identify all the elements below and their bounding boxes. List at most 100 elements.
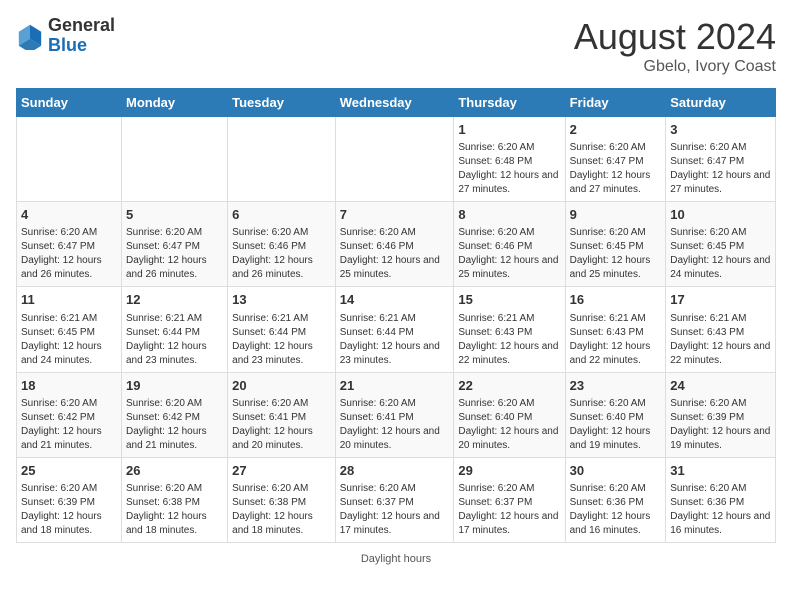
day-info: Sunrise: 6:21 AM Sunset: 6:43 PM Dayligh… xyxy=(458,312,560,368)
header-day: Tuesday xyxy=(228,89,336,117)
calendar-cell: 2 Sunrise: 6:20 AM Sunset: 6:47 PM Daylig… xyxy=(565,117,666,202)
calendar-cell: 1 Sunrise: 6:20 AM Sunset: 6:48 PM Daylig… xyxy=(454,117,565,202)
day-info: Sunrise: 6:21 AM Sunset: 6:45 PM Dayligh… xyxy=(21,312,117,368)
day-number: 20 xyxy=(232,377,331,395)
day-number: 27 xyxy=(232,462,331,480)
calendar-cell: 24 Sunrise: 6:20 AM Sunset: 6:39 PM Dayli… xyxy=(666,372,776,457)
day-number: 19 xyxy=(126,377,223,395)
title-block: August 2024 Gbelo, Ivory Coast xyxy=(574,16,776,76)
day-number: 23 xyxy=(570,377,662,395)
day-number: 22 xyxy=(458,377,560,395)
day-number: 30 xyxy=(570,462,662,480)
calendar-cell: 13Sunrise: 6:21 AM Sunset: 6:44 PM Dayli… xyxy=(228,287,336,372)
day-number: 1 xyxy=(458,121,560,139)
day-info: Sunrise: 6:20 AM Sunset: 6:47 PM Dayligh… xyxy=(670,141,771,197)
day-info: Sunrise: 6:20 AM Sunset: 6:42 PM Dayligh… xyxy=(21,397,117,453)
day-info: Sunrise: 6:20 AM Sunset: 6:38 PM Dayligh… xyxy=(126,482,223,538)
day-number: 10 xyxy=(670,206,771,224)
header-day: Wednesday xyxy=(335,89,454,117)
calendar-week: 1 Sunrise: 6:20 AM Sunset: 6:48 PM Daylig… xyxy=(17,117,776,202)
day-number: 12 xyxy=(126,291,223,309)
calendar-cell: 6 Sunrise: 6:20 AM Sunset: 6:46 PM Daylig… xyxy=(228,202,336,287)
day-number: 31 xyxy=(670,462,771,480)
day-info: Sunrise: 6:21 AM Sunset: 6:44 PM Dayligh… xyxy=(126,312,223,368)
day-info: Sunrise: 6:20 AM Sunset: 6:46 PM Dayligh… xyxy=(458,226,560,282)
calendar-cell: 30 Sunrise: 6:20 AM Sunset: 6:36 PM Dayli… xyxy=(565,457,666,542)
logo-blue: Blue xyxy=(48,35,87,55)
day-info: Sunrise: 6:20 AM Sunset: 6:40 PM Dayligh… xyxy=(570,397,662,453)
calendar-week: 25Sunrise: 6:20 AM Sunset: 6:39 PM Dayli… xyxy=(17,457,776,542)
day-number: 2 xyxy=(570,121,662,139)
day-info: Sunrise: 6:20 AM Sunset: 6:37 PM Dayligh… xyxy=(458,482,560,538)
day-number: 4 xyxy=(21,206,117,224)
day-number: 25 xyxy=(21,462,117,480)
day-number: 26 xyxy=(126,462,223,480)
subtitle: Gbelo, Ivory Coast xyxy=(574,58,776,76)
header-day: Saturday xyxy=(666,89,776,117)
day-info: Sunrise: 6:20 AM Sunset: 6:42 PM Dayligh… xyxy=(126,397,223,453)
calendar-header: SundayMondayTuesdayWednesdayThursdayFrid… xyxy=(17,89,776,117)
day-info: Sunrise: 6:20 AM Sunset: 6:40 PM Dayligh… xyxy=(458,397,560,453)
day-info: Sunrise: 6:20 AM Sunset: 6:36 PM Dayligh… xyxy=(570,482,662,538)
day-number: 11 xyxy=(21,291,117,309)
calendar-cell: 20 Sunrise: 6:20 AM Sunset: 6:41 PM Dayli… xyxy=(228,372,336,457)
footer: Daylight hours xyxy=(16,553,776,565)
day-number: 24 xyxy=(670,377,771,395)
day-number: 3 xyxy=(670,121,771,139)
calendar-cell xyxy=(228,117,336,202)
calendar-cell: 17 Sunrise: 6:21 AM Sunset: 6:43 PM Dayli… xyxy=(666,287,776,372)
day-info: Sunrise: 6:21 AM Sunset: 6:44 PM Dayligh… xyxy=(340,312,450,368)
calendar-cell: 9 Sunrise: 6:20 AM Sunset: 6:45 PM Daylig… xyxy=(565,202,666,287)
day-info: Sunrise: 6:20 AM Sunset: 6:37 PM Dayligh… xyxy=(340,482,450,538)
logo: General Blue xyxy=(16,16,115,56)
calendar-week: 11 Sunrise: 6:21 AM Sunset: 6:45 PM Dayli… xyxy=(17,287,776,372)
calendar-cell: 12 Sunrise: 6:21 AM Sunset: 6:44 PM Dayli… xyxy=(121,287,227,372)
calendar-cell: 15 Sunrise: 6:21 AM Sunset: 6:43 PM Dayli… xyxy=(454,287,565,372)
day-number: 28 xyxy=(340,462,450,480)
day-info: Sunrise: 6:20 AM Sunset: 6:47 PM Dayligh… xyxy=(21,226,117,282)
day-number: 16 xyxy=(570,291,662,309)
day-info: Sunrise: 6:20 AM Sunset: 6:47 PM Dayligh… xyxy=(570,141,662,197)
calendar-cell: 5Sunrise: 6:20 AM Sunset: 6:47 PM Daylig… xyxy=(121,202,227,287)
day-info: Sunrise: 6:21 AM Sunset: 6:44 PM Dayligh… xyxy=(232,312,331,368)
calendar-cell: 23 Sunrise: 6:20 AM Sunset: 6:40 PM Dayli… xyxy=(565,372,666,457)
calendar-cell: 28 Sunrise: 6:20 AM Sunset: 6:37 PM Dayli… xyxy=(335,457,454,542)
day-number: 8 xyxy=(458,206,560,224)
calendar-cell: 3 Sunrise: 6:20 AM Sunset: 6:47 PM Daylig… xyxy=(666,117,776,202)
day-info: Sunrise: 6:20 AM Sunset: 6:46 PM Dayligh… xyxy=(232,226,331,282)
day-number: 7 xyxy=(340,206,450,224)
calendar-cell: 26 Sunrise: 6:20 AM Sunset: 6:38 PM Dayli… xyxy=(121,457,227,542)
day-info: Sunrise: 6:20 AM Sunset: 6:41 PM Dayligh… xyxy=(340,397,450,453)
day-number: 9 xyxy=(570,206,662,224)
day-info: Sunrise: 6:20 AM Sunset: 6:45 PM Dayligh… xyxy=(570,226,662,282)
day-info: Sunrise: 6:20 AM Sunset: 6:48 PM Dayligh… xyxy=(458,141,560,197)
calendar-cell: 29Sunrise: 6:20 AM Sunset: 6:37 PM Dayli… xyxy=(454,457,565,542)
day-info: Sunrise: 6:21 AM Sunset: 6:43 PM Dayligh… xyxy=(570,312,662,368)
day-info: Sunrise: 6:20 AM Sunset: 6:41 PM Dayligh… xyxy=(232,397,331,453)
calendar-cell xyxy=(121,117,227,202)
calendar-cell: 11 Sunrise: 6:21 AM Sunset: 6:45 PM Dayli… xyxy=(17,287,122,372)
calendar-cell: 7 Sunrise: 6:20 AM Sunset: 6:46 PM Daylig… xyxy=(335,202,454,287)
header-day: Friday xyxy=(565,89,666,117)
day-number: 18 xyxy=(21,377,117,395)
day-number: 21 xyxy=(340,377,450,395)
day-number: 17 xyxy=(670,291,771,309)
header-day: Monday xyxy=(121,89,227,117)
calendar-cell: 21 Sunrise: 6:20 AM Sunset: 6:41 PM Dayli… xyxy=(335,372,454,457)
page-header: General Blue August 2024 Gbelo, Ivory Co… xyxy=(16,16,776,76)
logo-icon xyxy=(16,22,44,50)
day-number: 5 xyxy=(126,206,223,224)
calendar-cell: 27 Sunrise: 6:20 AM Sunset: 6:38 PM Dayli… xyxy=(228,457,336,542)
day-number: 15 xyxy=(458,291,560,309)
header-day: Sunday xyxy=(17,89,122,117)
day-info: Sunrise: 6:20 AM Sunset: 6:46 PM Dayligh… xyxy=(340,226,450,282)
calendar-cell: 16 Sunrise: 6:21 AM Sunset: 6:43 PM Dayli… xyxy=(565,287,666,372)
day-info: Sunrise: 6:21 AM Sunset: 6:43 PM Dayligh… xyxy=(670,312,771,368)
day-info: Sunrise: 6:20 AM Sunset: 6:39 PM Dayligh… xyxy=(670,397,771,453)
day-number: 6 xyxy=(232,206,331,224)
logo-general: General xyxy=(48,15,115,35)
calendar-body: 1 Sunrise: 6:20 AM Sunset: 6:48 PM Daylig… xyxy=(17,117,776,543)
header-day: Thursday xyxy=(454,89,565,117)
calendar-cell: 25Sunrise: 6:20 AM Sunset: 6:39 PM Dayli… xyxy=(17,457,122,542)
day-info: Sunrise: 6:20 AM Sunset: 6:38 PM Dayligh… xyxy=(232,482,331,538)
